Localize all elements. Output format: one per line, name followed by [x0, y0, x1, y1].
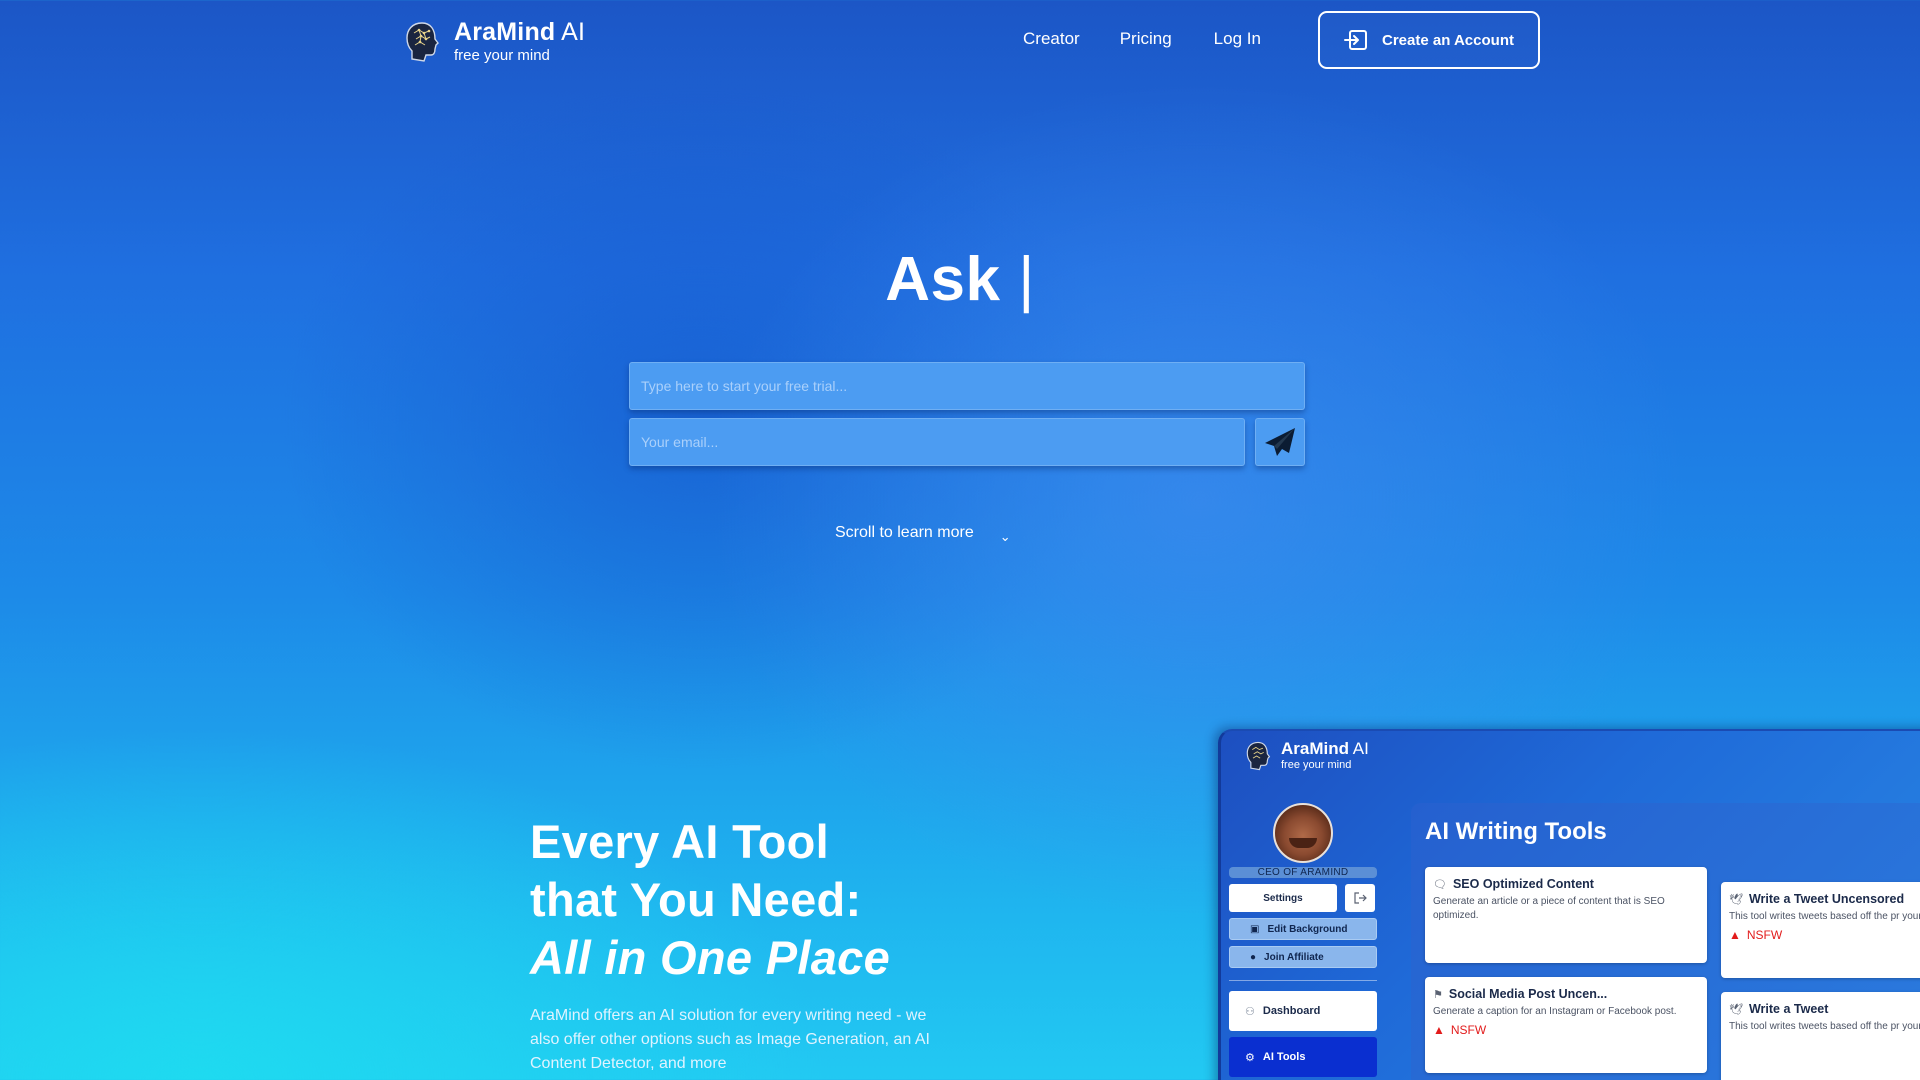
twitter-icon: 🕊︎ — [1729, 1003, 1743, 1016]
prompt-input[interactable]: Type here to start your free trial... — [629, 362, 1305, 410]
avatar[interactable] — [1273, 803, 1333, 863]
dashboard-icon: ⚇ — [1245, 1005, 1255, 1018]
chat-icon: 🗨︎ — [1433, 878, 1447, 891]
tool-description: This tool writes tweets based off the pr… — [1729, 911, 1920, 922]
sidebar-divider — [1229, 980, 1377, 981]
ai-tools-label: AI Tools — [1262, 1051, 1306, 1063]
top-nav: AraMind AI free your mind Creator Pricin… — [0, 0, 1920, 80]
nav-link-creator[interactable]: Creator — [1023, 29, 1080, 49]
brain-head-icon — [406, 21, 439, 62]
chevron-down-icon: ⌄ — [999, 529, 1011, 544]
join-affiliate-label: Join Affiliate — [1264, 951, 1324, 963]
tool-card-social-media[interactable]: ⚑ Social Media Post Uncen... Generate a c… — [1425, 977, 1707, 1073]
app-preview: AraMind AI free your mind CEO OF ARAMIND… — [1218, 729, 1920, 1080]
nsfw-badge: ▲ NSFW — [1729, 928, 1783, 942]
tool-title: 🕊︎ Write a Tweet — [1729, 1002, 1829, 1016]
nsfw-badge: ▲ NSFW — [1433, 1023, 1487, 1037]
feature-heading: Every AI Tool that You Need: All in One … — [530, 813, 890, 987]
sidebar-item-dashboard[interactable]: ⚇ Dashboard — [1229, 991, 1377, 1031]
tool-description: Generate a caption for an Instagram or F… — [1433, 1006, 1677, 1017]
preview-brand: AraMind AI free your mind — [1245, 739, 1369, 772]
create-account-button[interactable]: Create an Account — [1318, 11, 1540, 69]
role-badge: CEO OF ARAMIND — [1229, 867, 1377, 878]
paper-plane-icon — [1265, 428, 1295, 456]
join-affiliate-button[interactable]: ● Join Affiliate — [1229, 946, 1377, 968]
email-input[interactable]: Your email... — [629, 418, 1245, 466]
brand-ai: AI — [555, 18, 586, 46]
settings-row: Settings — [1229, 884, 1377, 912]
hero-title: Ask | — [0, 244, 1920, 315]
feature-description: AraMind offers an AI solution for every … — [530, 1007, 930, 1072]
warning-icon: ▲ — [1729, 928, 1741, 942]
brand[interactable]: AraMind AI free your mind — [404, 18, 585, 65]
feature-heading-line3: All in One Place — [530, 931, 891, 984]
section-title: AI Writing Tools — [1425, 818, 1607, 845]
preview-tagline: free your mind — [1281, 759, 1352, 771]
edit-background-button[interactable]: ▣ Edit Background — [1229, 918, 1377, 940]
sign-in-icon — [1344, 30, 1367, 50]
tool-title: 🕊︎ Write a Tweet Uncensored — [1729, 892, 1905, 906]
logout-icon — [1354, 892, 1367, 904]
warning-icon: ▲ — [1433, 1023, 1445, 1037]
nav-link-login[interactable]: Log In — [1214, 29, 1261, 49]
tool-title: ⚑ Social Media Post Uncen... — [1433, 987, 1608, 1001]
brain-head-icon — [1246, 741, 1271, 770]
preview-brand-ai: AI — [1349, 739, 1369, 758]
brand-text: AraMind AI free your mind — [454, 18, 585, 65]
tag-icon: ⚑ — [1433, 988, 1443, 1001]
brand-tagline: free your mind — [454, 47, 550, 64]
brand-name: AraMind AI — [454, 18, 586, 46]
tool-description: Generate an article or a piece of conten… — [1433, 896, 1665, 921]
sidebar-item-ai-tools[interactable]: ⚙ AI Tools — [1229, 1037, 1377, 1077]
tool-card-seo[interactable]: 🗨︎ SEO Optimized Content Generate an arti… — [1425, 867, 1707, 963]
typing-cursor: | — [1018, 245, 1035, 314]
tool-description: This tool writes tweets based off the pr… — [1729, 1021, 1920, 1032]
feature-heading-line2: that You Need: — [530, 873, 862, 926]
hero-title-text: Ask — [885, 245, 1001, 314]
scroll-hint-label: Scroll to learn more — [835, 524, 974, 541]
scroll-hint[interactable]: Scroll to learn more ⌄ — [835, 521, 1011, 545]
nav-link-pricing[interactable]: Pricing — [1120, 29, 1172, 49]
tool-title: 🗨︎ SEO Optimized Content — [1433, 877, 1594, 891]
send-button[interactable] — [1255, 418, 1305, 466]
logout-button[interactable] — [1345, 884, 1375, 912]
tool-card-tweet[interactable]: 🕊︎ Write a Tweet This tool writes tweets … — [1721, 992, 1920, 1080]
preview-main: AI Writing Tools 🗨︎ SEO Optimized Content… — [1411, 803, 1920, 1080]
preview-sidebar: CEO OF ARAMIND Settings ▣ Edit Background… — [1229, 803, 1377, 1077]
ai-tools-icon: ⚙ — [1245, 1051, 1255, 1064]
nav-links: Creator Pricing Log In — [1023, 29, 1301, 49]
affiliate-icon: ● — [1250, 951, 1257, 963]
create-account-label: Create an Account — [1382, 31, 1514, 49]
preview-brand-name: AraMind AI — [1281, 739, 1369, 758]
twitter-icon: 🕊︎ — [1729, 893, 1743, 906]
feature-heading-line1: Every AI Tool — [530, 815, 830, 868]
settings-button[interactable]: Settings — [1229, 884, 1337, 912]
tool-card-tweet-uncensored[interactable]: 🕊︎ Write a Tweet Uncensored This tool wri… — [1721, 882, 1920, 978]
image-icon: ▣ — [1250, 923, 1260, 935]
dashboard-label: Dashboard — [1262, 1005, 1321, 1017]
edit-background-label: Edit Background — [1267, 923, 1348, 935]
